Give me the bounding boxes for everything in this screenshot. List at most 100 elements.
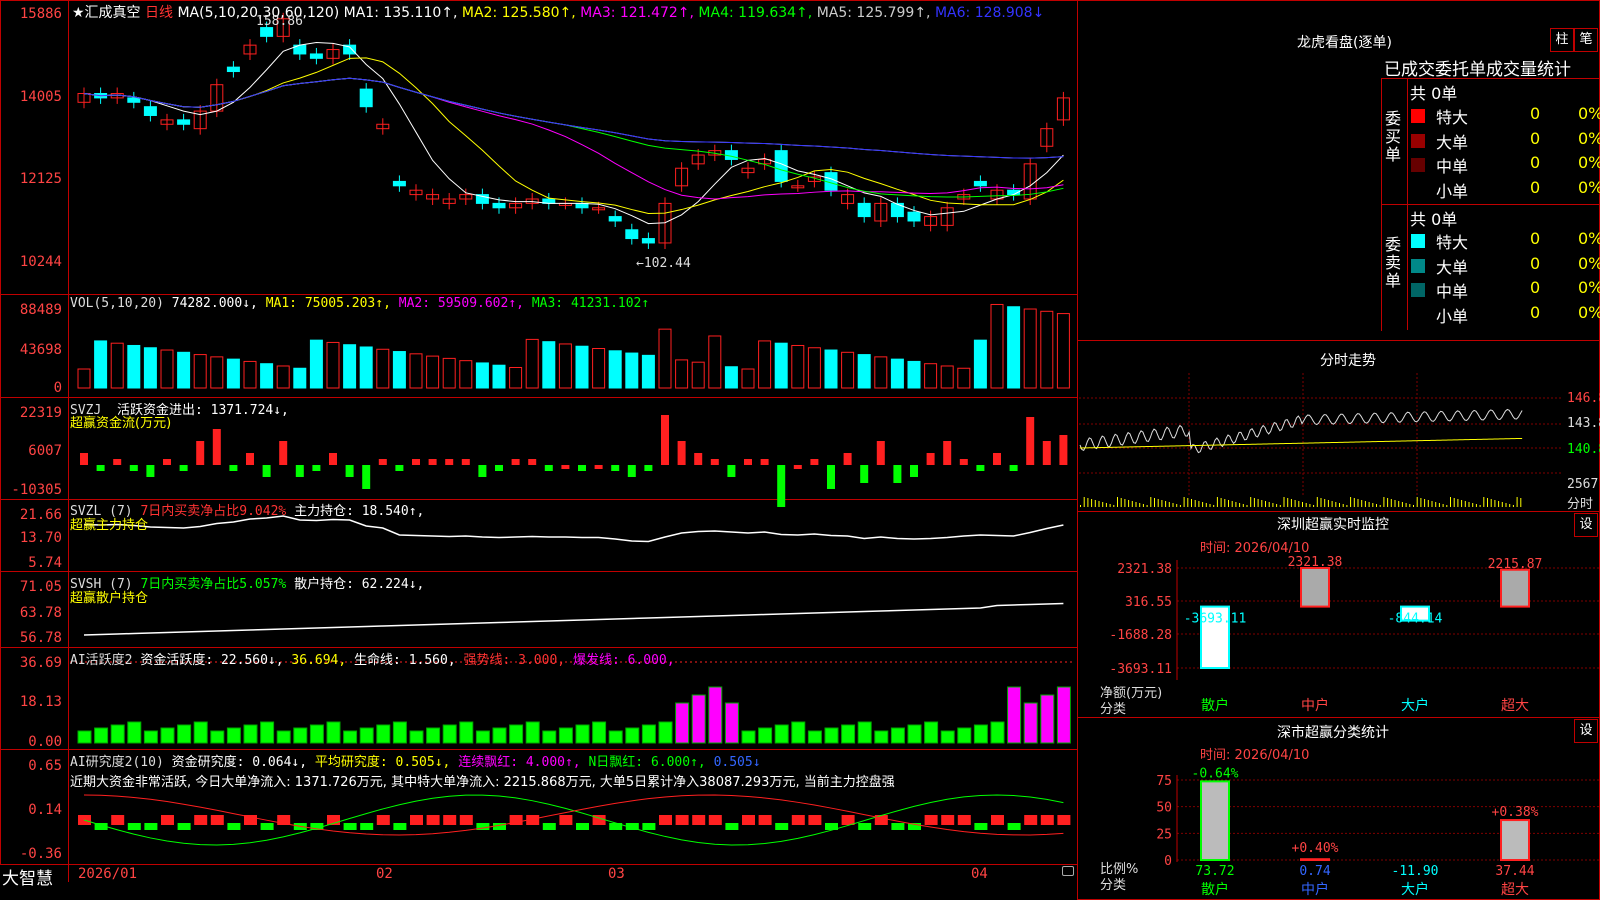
intraday-vol-tick: 2567 [1567,477,1599,492]
activity-bar [442,724,457,744]
tab-executed[interactable]: 已成交 [1384,60,1435,80]
activity-bar [226,727,241,744]
volume-bar [641,354,655,389]
fund-flow-bar [212,429,221,465]
activity-bar [110,724,125,744]
ma-values: MA1: 135.110↑, MA2: 125.580↑, MA3: 121.4… [344,5,1045,21]
fund-flow-bar [876,441,885,465]
main-y-tick: 15886 [19,6,62,22]
vol-value: 74282.000↓ [171,296,251,311]
volume-bar [1023,308,1037,389]
volume-bar [592,348,606,389]
fund-flow-bar [246,453,254,465]
fund-flow-bar [528,459,537,465]
ai-research-value: 资金研究度: 0.064↓, [171,755,308,770]
activity-bar [1040,694,1055,744]
high-marker: 158.86 [256,14,303,29]
lock-icon[interactable] [1062,866,1074,876]
svzl-subtitle: 超赢主力持仓 [70,518,149,533]
activity-bar [326,721,341,744]
fund-flow-bar [96,465,105,471]
activity-bar [509,724,524,744]
research-bar [1007,823,1021,830]
fund-flow-bar [860,465,869,483]
volume-bar [774,342,788,389]
volume-bar [841,351,855,389]
fund-flow-bar [345,465,354,477]
ma-line [83,77,1064,200]
fund-flow-bar [760,459,769,465]
volume-bar [741,368,755,389]
research-bar [111,815,125,825]
volume-bar [475,362,489,389]
volume-bar [426,355,440,389]
order-row-val: 0 [1530,253,1541,273]
activity-bar [376,724,391,744]
activity-bar [1007,686,1022,744]
research-bar [924,815,938,825]
tab-volume-stats[interactable]: 成交量统计 [1486,60,1571,80]
candle-body [127,97,141,103]
monitor-settings-button[interactable]: 设 [1574,513,1598,537]
volume-bar [243,360,257,389]
ma-value-2: MA2: 125.580↑, [457,5,576,21]
stock-title[interactable]: ★汇成真空 [72,5,141,21]
intraday-y-tick: 146.8 [1567,391,1600,406]
vol-ma3: MA3: 41231.102↑ [531,296,650,311]
fund-flow-bar [594,465,603,469]
fund-flow-bar [611,465,620,471]
fund-flow-bar [362,465,371,489]
fund-flow-bar [993,453,1001,465]
candle-body [226,66,240,73]
activity-bar [143,730,158,744]
volume-bar [957,367,971,389]
fund-flow-bar [843,453,852,465]
ma-line [83,77,1064,159]
research-bar [127,823,141,830]
svzj-y-tick: -10305 [11,482,62,498]
svzj-y-tick: 22319 [19,405,62,421]
tab-orders[interactable]: 委托单 [1435,60,1486,80]
candle-body [309,53,323,59]
fund-flow-bar [428,459,437,465]
period-label[interactable]: 日线 [145,5,173,21]
research-bar [708,815,722,825]
price-chart-canvas[interactable] [0,0,1078,882]
tick-view-button[interactable]: 笔 [1574,28,1598,52]
candle-body [177,119,191,125]
activity-bar [973,724,988,744]
ai-research-nday: N日飘红: 6.000↑, [588,755,706,770]
svsh-y-tick: 56.78 [19,630,62,646]
activity-bar [459,721,474,744]
activity-bar [874,730,889,744]
candle-body [973,180,987,187]
order-row-pct: 0% [1578,229,1600,248]
research-bar [343,823,357,830]
volume-bar [492,364,506,389]
candle-body [143,106,157,116]
ai-active-header: AI活跃度2 [70,653,133,668]
activity-bar [1023,702,1038,744]
research-line [83,794,1064,846]
fund-flow-bar [694,453,703,465]
activity-bar [824,727,839,744]
bar-view-button[interactable]: 柱 [1550,28,1574,52]
fund-flow-bar [710,459,719,465]
ma-value-4: MA4: 119.634↑, [693,5,813,21]
classify-settings-button[interactable]: 设 [1574,719,1598,743]
ai-research-y-tick: 0.14 [28,802,62,818]
activity-bar [210,730,225,744]
volume-bar [658,328,672,389]
research-bar [227,823,241,830]
activity-bar [492,727,507,744]
research-bar [459,815,473,825]
ma-value-6: MA6: 128.908↓ [930,5,1045,21]
research-bar [841,815,855,825]
x-axis-label: 02 [376,866,393,882]
research-bar [675,815,689,825]
volume-bar [758,340,772,389]
activity-bar [127,721,142,744]
fund-flow-bar [312,465,321,471]
research-bar [393,823,407,830]
volume-bar [343,344,357,389]
